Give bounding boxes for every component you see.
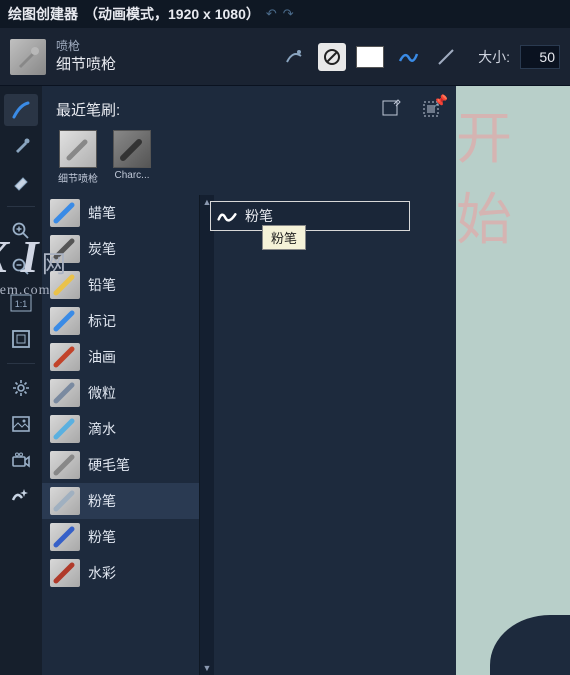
edit-brush-icon[interactable] (380, 98, 402, 120)
tooltip: 粉笔 (262, 225, 306, 250)
titlebar: 绘图创建器 （动画模式，1920 x 1080） ↶ ↷ (0, 0, 570, 28)
canvas[interactable]: 开始 (456, 86, 570, 675)
recent-brush-item[interactable]: 细节喷枪 (56, 130, 100, 185)
app-mode: （动画模式，1920 x 1080） (84, 4, 260, 24)
size-input[interactable] (520, 45, 560, 69)
fit-screen-icon[interactable] (4, 323, 38, 355)
brush-thumb-icon (50, 307, 80, 335)
size-label: 大小: (478, 47, 510, 67)
brush-category-row[interactable]: 粉笔 (42, 483, 199, 519)
brush-category-name: 炭笔 (88, 239, 116, 259)
recent-brushes-row: 细节喷枪 Charc... (42, 130, 456, 195)
zoom-out-icon[interactable] (4, 251, 38, 283)
brush-toggle-icon[interactable] (280, 43, 308, 71)
eyedropper-icon[interactable] (4, 130, 38, 162)
redo-arrow-icon[interactable]: ↷ (283, 6, 294, 22)
stroke-style-icon[interactable] (394, 43, 422, 71)
brush-category-name: 滴水 (88, 419, 116, 439)
brush-category-list: 蜡笔 炭笔 铅笔 标记 油画 (42, 195, 200, 675)
brush-category-name: 铅笔 (88, 275, 116, 295)
brush-thumb-icon (50, 379, 80, 407)
canvas-placeholder-text: 开始 (456, 94, 570, 256)
brush-category-row[interactable]: 水彩 (42, 555, 199, 591)
brush-category-name: 标记 (88, 311, 116, 331)
brush-category-row[interactable]: 蜡笔 (42, 195, 199, 231)
brush-category-name: 粉笔 (88, 527, 116, 547)
brush-category-row[interactable]: 滴水 (42, 411, 199, 447)
brush-category-name: 微粒 (88, 383, 116, 403)
recent-brush-label: Charc... (114, 170, 149, 181)
undo-arrow-icon[interactable]: ↶ (266, 6, 277, 22)
effects-icon[interactable] (4, 480, 38, 512)
brush-preview-pane: 粉笔 粉笔 (200, 195, 456, 675)
brush-category-name: 蜡笔 (88, 203, 116, 223)
brush-category-name: 粉笔 (88, 491, 116, 511)
sidebar: 1:1 (0, 86, 42, 675)
brush-panel: 📌 最近笔刷: 细节喷枪 Charc... (42, 86, 456, 675)
brush-category-row[interactable]: 标记 (42, 303, 199, 339)
brush-hover-label: 粉笔 (245, 206, 273, 226)
brush-category-name: 水彩 (88, 563, 116, 583)
tool-category: 喷枪 (56, 39, 116, 55)
canvas-corner-decoration (490, 615, 570, 675)
brush-thumb-icon (50, 415, 80, 443)
brush-category-row[interactable]: 粉笔 (42, 519, 199, 555)
current-tool-icon[interactable] (10, 39, 46, 75)
recent-brush-label: 细节喷枪 (58, 170, 98, 185)
brush-thumb-icon (50, 559, 80, 587)
camera-icon[interactable] (4, 444, 38, 476)
image-icon[interactable] (4, 408, 38, 440)
recent-brush-item[interactable]: Charc... (110, 130, 154, 185)
settings-icon[interactable] (4, 372, 38, 404)
brush-category-row[interactable]: 铅笔 (42, 267, 199, 303)
recent-brushes-title: 最近笔刷: (56, 99, 120, 120)
brush-thumb-icon (50, 343, 80, 371)
brush-thumb-icon (50, 523, 80, 551)
brush-thumb-icon (50, 487, 80, 515)
tool-label-group: 喷枪 细节喷枪 (56, 39, 116, 74)
brush-category-row[interactable]: 硬毛笔 (42, 447, 199, 483)
svg-text:1:1: 1:1 (15, 299, 28, 309)
actual-size-icon[interactable]: 1:1 (4, 287, 38, 319)
brush-thumb-icon (50, 199, 80, 227)
brush-tool-icon[interactable] (4, 94, 38, 126)
tool-name: 细节喷枪 (56, 55, 116, 75)
app-title: 绘图创建器 (8, 4, 78, 24)
brush-category-row[interactable]: 炭笔 (42, 231, 199, 267)
color-swatch[interactable] (356, 46, 384, 68)
line-tool-icon[interactable] (432, 43, 460, 71)
pin-icon[interactable]: 📌 (433, 94, 448, 108)
brush-thumb-icon (50, 235, 80, 263)
brush-hover-preview[interactable]: 粉笔 (210, 201, 410, 231)
no-symbol-icon[interactable] (318, 43, 346, 71)
brush-category-name: 硬毛笔 (88, 455, 130, 475)
brush-thumb-icon (50, 271, 80, 299)
brush-thumb-icon (50, 451, 80, 479)
zoom-in-icon[interactable] (4, 215, 38, 247)
eraser-icon[interactable] (4, 166, 38, 198)
brush-category-name: 油画 (88, 347, 116, 367)
toolbar: 喷枪 细节喷枪 大小: (0, 28, 570, 86)
brush-category-row[interactable]: 微粒 (42, 375, 199, 411)
brush-category-row[interactable]: 油画 (42, 339, 199, 375)
